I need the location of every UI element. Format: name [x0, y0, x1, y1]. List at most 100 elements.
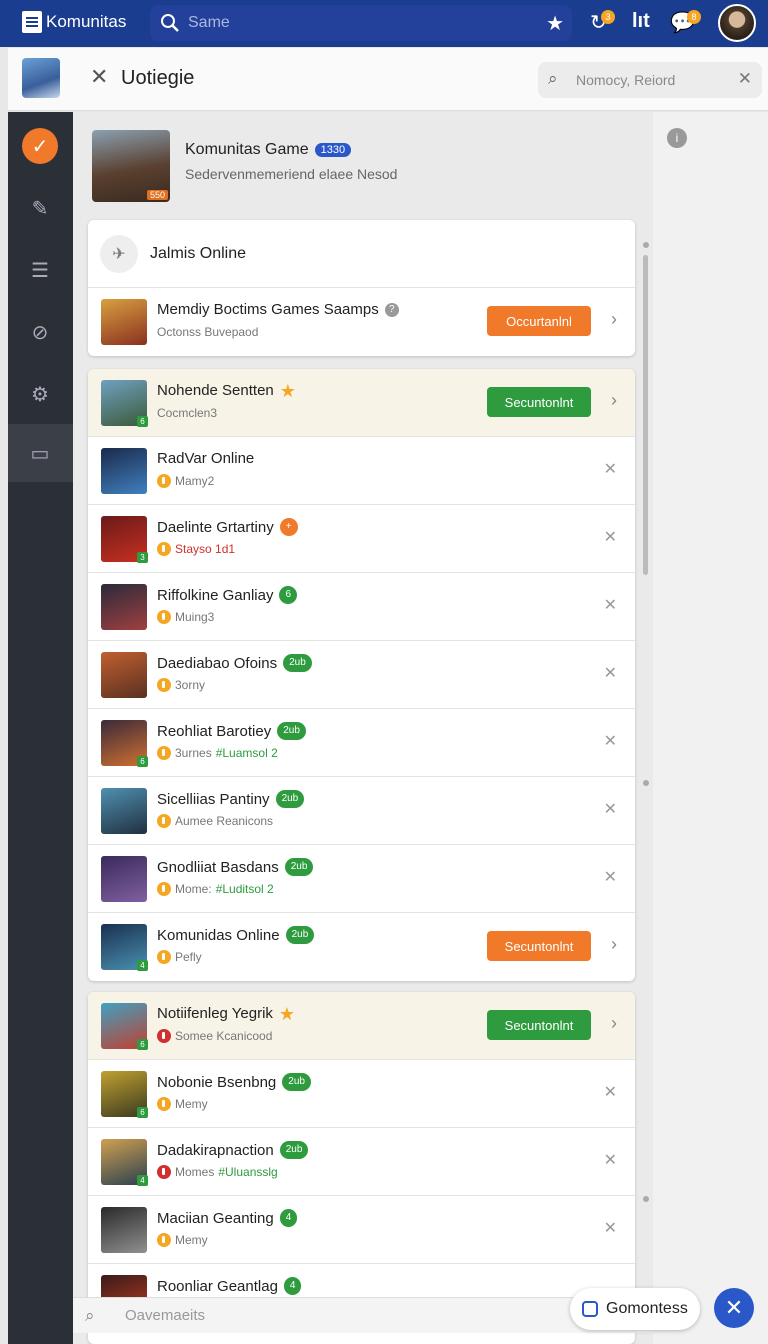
search-icon: ⌕ [548, 69, 558, 88]
chevron-right-icon[interactable]: › [611, 1013, 617, 1034]
star-icon[interactable]: ★ [546, 11, 564, 36]
dismiss-icon[interactable]: ✕ [604, 1082, 617, 1102]
game-subtitle: Memy [157, 1233, 208, 1247]
game-title: Daediabao Ofoins 2ub [157, 654, 312, 672]
sidebar-item-monitor-icon[interactable]: ▭ [22, 435, 58, 471]
game-name: Daelinte Grtartiny [157, 518, 274, 536]
game-sub-extra: #Uluansslg [218, 1165, 278, 1179]
dismiss-icon[interactable]: ✕ [604, 799, 617, 819]
list-item[interactable]: Gnodliiat Basdans 2ub Mome: #Luditsol 2 ✕ [88, 845, 635, 913]
stats-icon[interactable]: lıt [632, 10, 650, 33]
filter-search-input[interactable]: ⌕ Nomocy, Reiord ✕ [538, 62, 762, 98]
game-thumbnail: 6 [101, 380, 148, 427]
global-search-input[interactable]: Same ★ [150, 5, 572, 41]
coin-icon [157, 542, 171, 556]
game-tag: 2ub [285, 926, 315, 944]
game-tag: 6 [279, 586, 298, 604]
list-item[interactable]: RadVar Online Mamy2 ✕ [88, 437, 635, 505]
action-button[interactable]: Secuntonlnt [487, 931, 591, 961]
list-item[interactable]: 3 Daelinte Grtartiny + Stayso 1d1 ✕ [88, 505, 635, 573]
featured-game-image[interactable]: 550 [92, 130, 170, 202]
sidebar-item-settings-icon[interactable]: ⚙ [22, 376, 58, 412]
list-item[interactable]: 6 Nohende Sentten ★ Cocmclen3 Secuntonlnt › [88, 369, 635, 437]
scroll-dot [643, 242, 649, 248]
level-badge: 6 [137, 1107, 148, 1118]
brand-logo-icon [22, 11, 42, 33]
dismiss-icon[interactable]: ✕ [604, 731, 617, 751]
game-thumbnail [101, 299, 147, 345]
list-item[interactable]: Memdiy Boctims Games Saamps ? Octonss Bu… [88, 288, 635, 356]
list-item[interactable]: 4 Dadakirapnaction 2ub Momes #Uluansslg ✕ [88, 1128, 635, 1196]
card-games-list-2: 6 Notiifenleg Yegrik ★ Somee Kcanicood Secun… [88, 992, 635, 1344]
game-title: Maciian Geanting 4 [157, 1209, 298, 1227]
level-badge: 6 [137, 756, 148, 767]
game-tag: 2ub [283, 654, 312, 672]
info-icon[interactable]: i [667, 128, 687, 148]
dismiss-icon[interactable]: ✕ [604, 527, 617, 547]
bottom-search-input[interactable]: ⌕ Oavemaeits [73, 1297, 653, 1333]
game-thumbnail [101, 652, 147, 698]
dismiss-icon[interactable]: ✕ [604, 1150, 617, 1170]
dismiss-icon[interactable]: ✕ [604, 459, 617, 479]
game-thumbnail: 3 [101, 516, 148, 563]
list-item[interactable]: 4 Komunidas Online 2ub Pefly Secuntonlnt › [88, 913, 635, 981]
level-badge: 6 [137, 1039, 148, 1050]
dismiss-icon[interactable]: ✕ [604, 595, 617, 615]
coin-icon [157, 814, 171, 828]
scroll-dot [643, 780, 649, 786]
sidebar-item-home-icon[interactable]: ✓ [22, 128, 58, 164]
sidebar-item-docs-icon[interactable]: ☰ [22, 252, 58, 288]
list-item[interactable]: Maciian Geanting 4 Memy ✕ [88, 1196, 635, 1264]
list-item[interactable]: 6 Notiifenleg Yegrik ★ Somee Kcanicood Secun… [88, 992, 635, 1060]
sidebar-item-compass-icon[interactable]: ⊘ [22, 314, 58, 350]
coin-icon [157, 746, 171, 760]
game-tag: 4 [279, 1209, 298, 1227]
game-thumbnail: 4 [101, 924, 148, 971]
list-item[interactable]: Sicelliias Pantiny 2ub Aumee Reanicons ✕ [88, 777, 635, 845]
game-subtitle: Cocmclen3 [157, 406, 217, 420]
game-subtitle: Mome: #Luditsol 2 [157, 882, 274, 896]
list-item[interactable]: Daediabao Ofoins 2ub 3orny ✕ [88, 641, 635, 709]
toast-button[interactable]: Gomontess [570, 1288, 700, 1330]
game-subtitle: Pefly [157, 950, 202, 964]
game-tag: 4 [283, 1277, 302, 1295]
game-thumbnail [101, 584, 147, 630]
coin-icon [157, 474, 171, 488]
game-thumbnail: 6 [101, 1071, 148, 1118]
game-tag: 2ub [277, 722, 306, 740]
game-thumbnail [101, 448, 147, 494]
right-panel: i [653, 112, 768, 1344]
game-sub-text: Memy [175, 1097, 208, 1111]
level-badge: 6 [137, 416, 148, 427]
dismiss-icon[interactable]: ✕ [604, 867, 617, 887]
game-sub-text: Somee Kcanicood [175, 1029, 273, 1043]
user-avatar[interactable] [718, 4, 756, 42]
action-button[interactable]: Occurtanlnl [487, 306, 591, 336]
chevron-right-icon[interactable]: › [611, 309, 617, 330]
scrollbar[interactable] [643, 255, 648, 575]
action-button[interactable]: Secuntonlnt [487, 387, 591, 417]
chevron-right-icon[interactable]: › [611, 390, 617, 411]
chevron-right-icon[interactable]: › [611, 934, 617, 955]
dismiss-icon[interactable]: ✕ [604, 1218, 617, 1238]
game-subtitle: Aumee Reanicons [157, 814, 273, 828]
action-button[interactable]: Secuntonlnt [487, 1010, 591, 1040]
sidebar-item-tools-icon[interactable]: ✎ [22, 190, 58, 226]
help-icon[interactable]: ? [384, 302, 399, 317]
close-fab-button[interactable]: ✕ [714, 1288, 754, 1328]
list-item[interactable]: Riffolkine Ganliay 6 Muing3 ✕ [88, 573, 635, 641]
featured-game-subtitle: Sedervenmemeriend elaee Nesod [185, 166, 398, 182]
game-name: Nobonie Bsenbng [157, 1073, 277, 1091]
list-item[interactable]: 6 Nobonie Bsenbng 2ub Memy ✕ [88, 1060, 635, 1128]
clear-icon[interactable]: ✕ [738, 69, 752, 89]
close-icon[interactable]: ✕ [90, 64, 108, 90]
game-title: RadVar Online [157, 450, 254, 467]
game-sub-extra: #Luamsol 2 [215, 746, 278, 760]
brand[interactable]: Komunitas [22, 11, 126, 33]
game-title: Nobonie Bsenbng 2ub [157, 1073, 311, 1091]
game-tag: 2ub [284, 858, 314, 876]
game-name: Riffolkine Ganliay [157, 586, 274, 604]
coin-icon [157, 1029, 171, 1043]
dismiss-icon[interactable]: ✕ [604, 663, 617, 683]
list-item[interactable]: 6 Reohliat Barotiey 2ub 3urnes #Luamsol 2 ✕ [88, 709, 635, 777]
